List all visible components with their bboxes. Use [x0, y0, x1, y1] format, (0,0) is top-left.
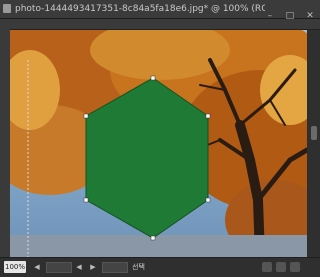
image-canvas[interactable]	[10, 30, 307, 257]
document-title: photo-1444493417351-8c84a5fa18e6.jpg* @ …	[15, 4, 265, 14]
layers-icon[interactable]	[276, 262, 286, 272]
title-bar[interactable]: photo-1444493417351-8c84a5fa18e6.jpg* @ …	[0, 0, 320, 21]
nav-next-icon[interactable]: ▶	[88, 262, 98, 272]
vertical-scrollbar[interactable]	[308, 30, 320, 257]
window-controls: – □ ✕	[261, 3, 316, 21]
status-field[interactable]	[46, 262, 72, 273]
horizontal-ruler[interactable]	[0, 19, 320, 30]
settings-icon[interactable]	[290, 262, 300, 272]
tool-label: 선택	[132, 263, 145, 271]
scroll-thumb[interactable]	[311, 126, 317, 140]
zoom-field[interactable]: 100%	[4, 261, 26, 273]
photo-and-shape	[10, 30, 307, 257]
document-icon	[3, 4, 11, 13]
nav-first-icon[interactable]: ◀	[32, 262, 42, 272]
editor-window: photo-1444493417351-8c84a5fa18e6.jpg* @ …	[0, 0, 320, 277]
distant-landscape	[10, 235, 307, 257]
status-bar: 100% ◀ ◀ ▶ 선택	[0, 257, 320, 277]
info-icon[interactable]	[262, 262, 272, 272]
nav-prev-icon[interactable]: ◀	[74, 262, 84, 272]
status-field-2[interactable]	[102, 262, 128, 273]
